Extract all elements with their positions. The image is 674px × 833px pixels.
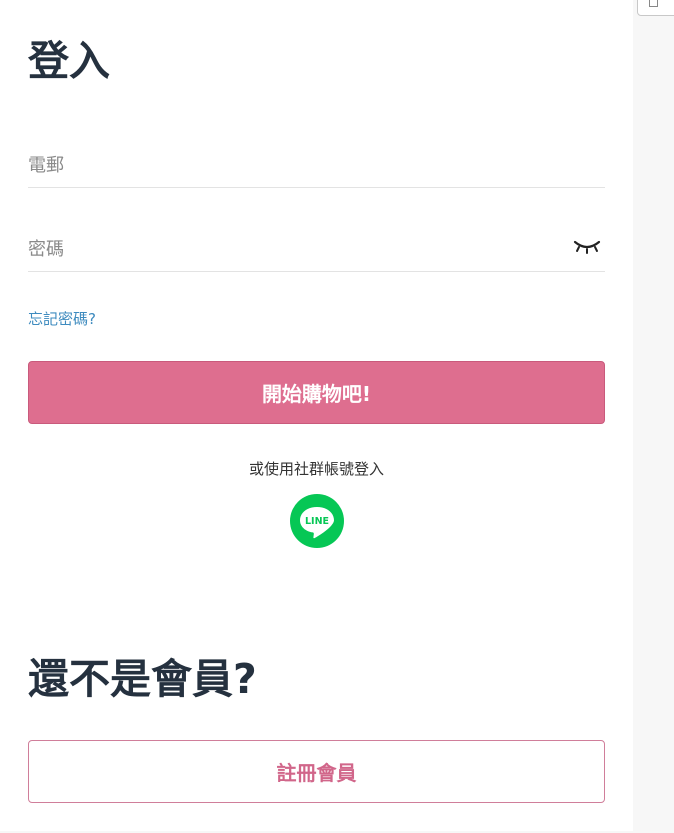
- social-login-text: 或使用社群帳號登入: [248, 460, 384, 478]
- page-icon: [649, 0, 658, 7]
- login-title: 登入: [28, 37, 110, 85]
- forgot-password-link[interactable]: 忘記密碼?: [28, 308, 96, 329]
- password-field-container: [28, 227, 605, 272]
- eye-closed-icon[interactable]: [573, 235, 601, 255]
- email-input[interactable]: [28, 143, 605, 187]
- password-input[interactable]: [28, 227, 605, 271]
- register-title: 還不是會員?: [28, 655, 257, 703]
- start-shopping-button[interactable]: 開始購物吧!: [28, 361, 605, 424]
- login-panel: 登入 忘記密碼? 開始購物吧! 或使用社群帳號登入 LINE 還不是會員? 註冊…: [0, 0, 633, 831]
- line-logo-text: LINE: [305, 516, 329, 527]
- side-tab[interactable]: [637, 0, 674, 16]
- register-button[interactable]: 註冊會員: [28, 740, 605, 803]
- email-field-container: [28, 143, 605, 188]
- line-login-icon[interactable]: LINE: [290, 494, 344, 548]
